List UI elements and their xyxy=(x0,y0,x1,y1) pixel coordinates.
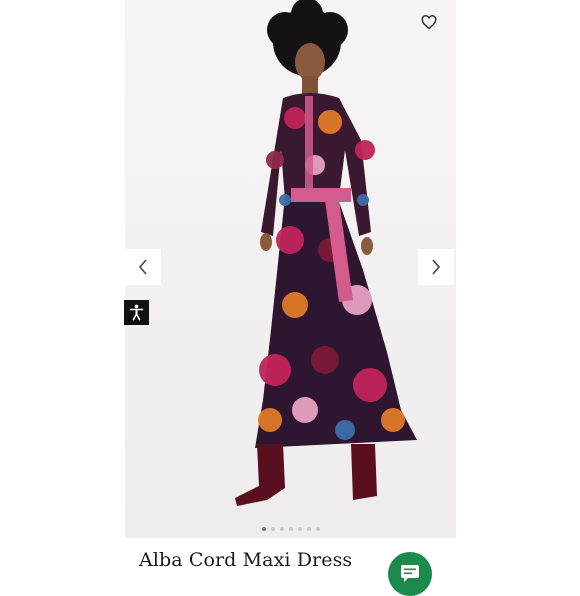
carousel-dot[interactable] xyxy=(307,527,311,531)
next-image-button[interactable] xyxy=(418,249,454,285)
carousel-dot[interactable] xyxy=(271,527,275,531)
previous-image-button[interactable] xyxy=(125,249,161,285)
chevron-right-icon xyxy=(432,259,441,275)
accessibility-person-icon xyxy=(129,304,144,321)
wishlist-button[interactable] xyxy=(415,8,443,36)
carousel-dot[interactable] xyxy=(289,527,293,531)
chevron-left-icon xyxy=(138,259,147,275)
chat-button[interactable] xyxy=(388,552,432,596)
product-image xyxy=(125,0,456,538)
carousel-dot[interactable] xyxy=(316,527,320,531)
carousel-dot[interactable] xyxy=(298,527,302,531)
carousel-dot[interactable] xyxy=(280,527,284,531)
product-image-area xyxy=(125,0,456,538)
carousel-dot[interactable] xyxy=(262,527,266,531)
accessibility-button[interactable] xyxy=(124,300,149,325)
product-title: Alba Cord Maxi Dress xyxy=(139,549,353,571)
heart-outline-icon xyxy=(421,14,437,29)
carousel-indicator xyxy=(262,527,320,531)
chat-message-icon xyxy=(401,565,419,582)
